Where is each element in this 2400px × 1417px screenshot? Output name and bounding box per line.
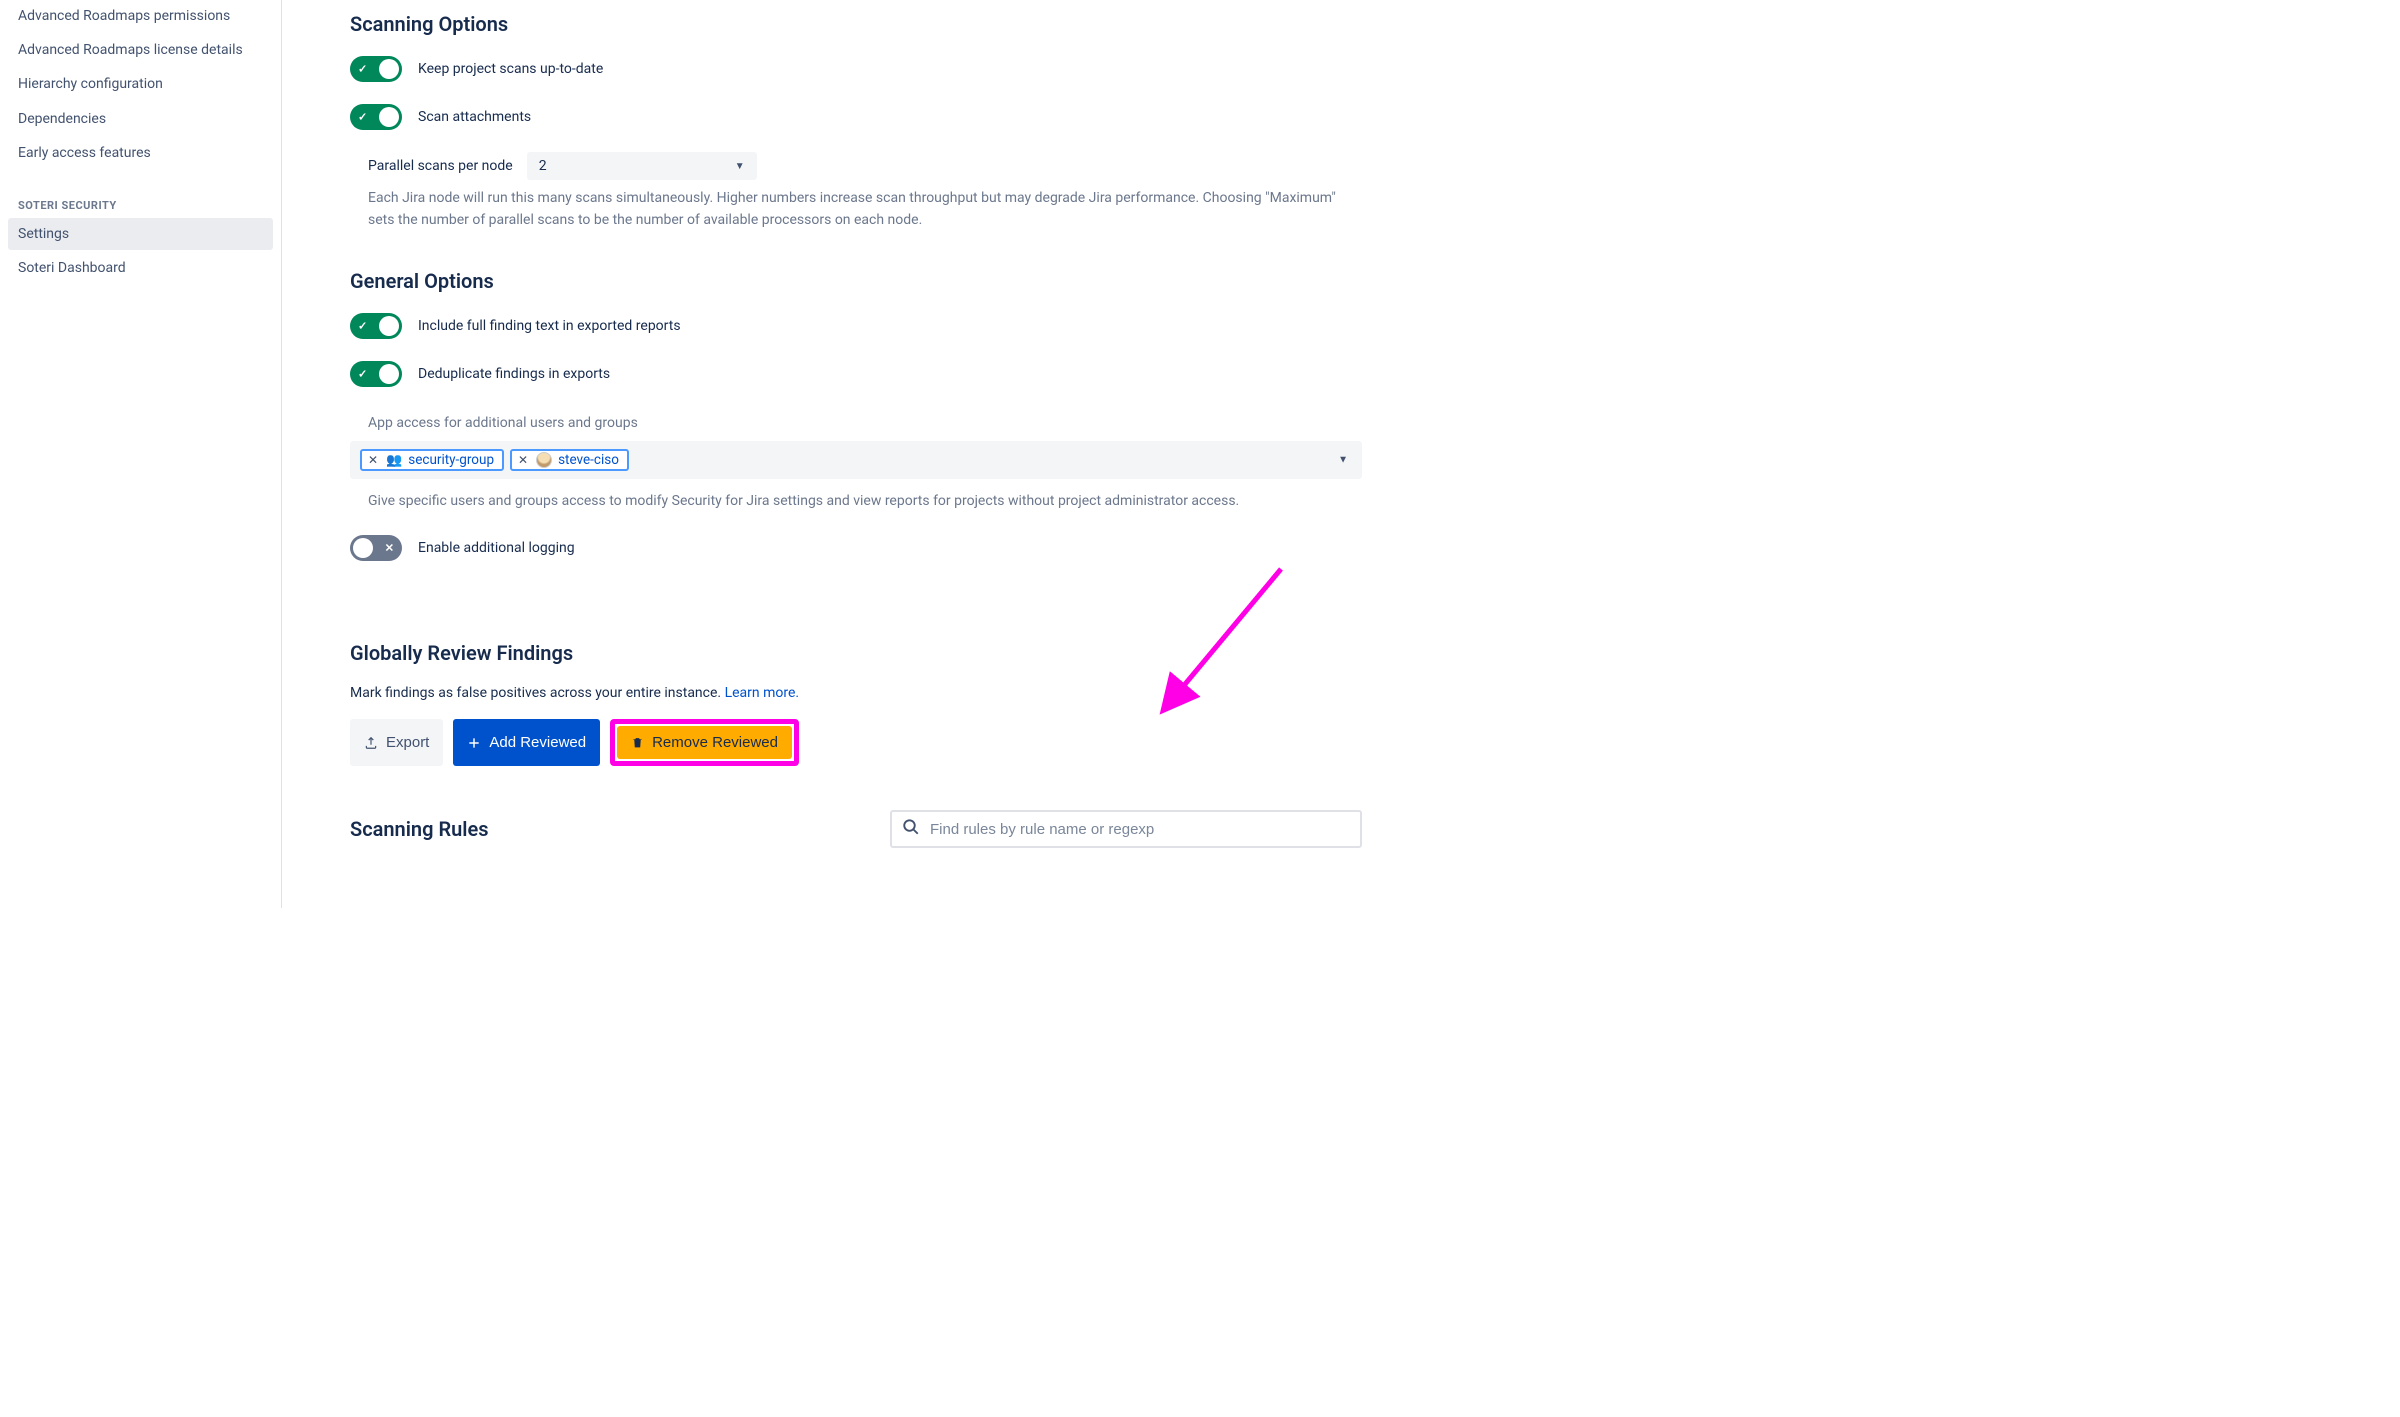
option-label: Scan attachments — [418, 109, 531, 125]
export-button[interactable]: Export — [350, 719, 443, 766]
scanning-rules-row: Scanning Rules — [350, 810, 1362, 848]
remove-tag-icon[interactable]: ✕ — [516, 453, 530, 467]
general-options-heading: General Options — [350, 269, 1362, 293]
option-keep-up-to-date: ✓ Keep project scans up-to-date — [350, 56, 1362, 82]
sidebar-item-early-access[interactable]: Early access features — [8, 137, 273, 169]
sidebar-item-roadmaps-license[interactable]: Advanced Roadmaps license details — [8, 34, 273, 66]
remove-tag-icon[interactable]: ✕ — [366, 453, 380, 467]
toggle-scan-attachments[interactable]: ✓ — [350, 104, 402, 130]
access-multiselect[interactable]: ✕ 👥 security-group ✕ steve-ciso ▼ — [350, 441, 1362, 479]
parallel-scans-label: Parallel scans per node — [368, 158, 513, 174]
option-label: Deduplicate findings in exports — [418, 366, 610, 382]
toggle-enable-logging[interactable]: ✕ — [350, 535, 402, 561]
scanning-options-heading: Scanning Options — [350, 12, 1362, 36]
option-label: Enable additional logging — [418, 540, 575, 556]
learn-more-link[interactable]: Learn more. — [725, 685, 800, 701]
sidebar: Advanced Roadmaps permissions Advanced R… — [0, 0, 282, 908]
review-desc-text: Mark findings as false positives across … — [350, 685, 725, 701]
user-avatar-icon — [536, 452, 552, 468]
rules-search-input[interactable] — [930, 821, 1350, 838]
sidebar-item-settings[interactable]: Settings — [8, 218, 273, 250]
button-label: Remove Reviewed — [652, 734, 778, 751]
review-buttons: Export Add Reviewed Remove Reviewed — [350, 719, 1362, 766]
scanning-rules-heading: Scanning Rules — [350, 817, 489, 841]
check-icon: ✓ — [358, 111, 367, 124]
x-icon: ✕ — [385, 542, 394, 555]
check-icon: ✓ — [358, 63, 367, 76]
parallel-scans-row: Parallel scans per node 2 ▼ — [350, 152, 1362, 180]
button-label: Export — [386, 734, 429, 751]
plus-icon — [467, 736, 481, 750]
annotation-highlight: Remove Reviewed — [610, 719, 799, 766]
parallel-scans-value: 2 — [539, 158, 547, 174]
chevron-down-icon: ▼ — [735, 161, 745, 172]
main-content: Scanning Options ✓ Keep project scans up… — [282, 0, 1402, 908]
access-tag-user[interactable]: ✕ steve-ciso — [510, 449, 629, 471]
sidebar-section-soteri: SOTERI SECURITY — [8, 171, 273, 218]
toggle-dedup[interactable]: ✓ — [350, 361, 402, 387]
option-scan-attachments: ✓ Scan attachments — [350, 104, 1362, 130]
button-label: Add Reviewed — [489, 734, 586, 751]
tag-label: steve-ciso — [558, 452, 619, 468]
option-include-full-text: ✓ Include full finding text in exported … — [350, 313, 1362, 339]
sidebar-item-hierarchy-config[interactable]: Hierarchy configuration — [8, 68, 273, 100]
toggle-keep-up-to-date[interactable]: ✓ — [350, 56, 402, 82]
search-icon — [902, 818, 920, 840]
review-description: Mark findings as false positives across … — [350, 685, 1362, 701]
check-icon: ✓ — [358, 320, 367, 333]
remove-reviewed-button[interactable]: Remove Reviewed — [617, 726, 792, 759]
tag-label: security-group — [408, 452, 494, 468]
access-label: App access for additional users and grou… — [350, 415, 1362, 431]
chevron-down-icon: ▼ — [1338, 455, 1348, 466]
export-icon — [364, 736, 378, 750]
rules-search[interactable] — [890, 810, 1362, 848]
review-heading: Globally Review Findings — [350, 641, 1362, 665]
toggle-include-full-text[interactable]: ✓ — [350, 313, 402, 339]
check-icon: ✓ — [358, 368, 367, 381]
add-reviewed-button[interactable]: Add Reviewed — [453, 719, 600, 766]
access-help: Give specific users and groups access to… — [350, 491, 1362, 513]
access-tag-group[interactable]: ✕ 👥 security-group — [360, 449, 504, 471]
option-dedup: ✓ Deduplicate findings in exports — [350, 361, 1362, 387]
parallel-scans-help: Each Jira node will run this many scans … — [350, 188, 1362, 231]
option-enable-logging: ✕ Enable additional logging — [350, 535, 1362, 561]
sidebar-item-roadmaps-permissions[interactable]: Advanced Roadmaps permissions — [8, 0, 273, 32]
group-icon: 👥 — [386, 453, 402, 468]
trash-icon — [631, 736, 644, 749]
option-label: Include full finding text in exported re… — [418, 318, 681, 334]
sidebar-item-dependencies[interactable]: Dependencies — [8, 103, 273, 135]
sidebar-item-soteri-dashboard[interactable]: Soteri Dashboard — [8, 252, 273, 284]
option-label: Keep project scans up-to-date — [418, 61, 603, 77]
parallel-scans-select[interactable]: 2 ▼ — [527, 152, 757, 180]
